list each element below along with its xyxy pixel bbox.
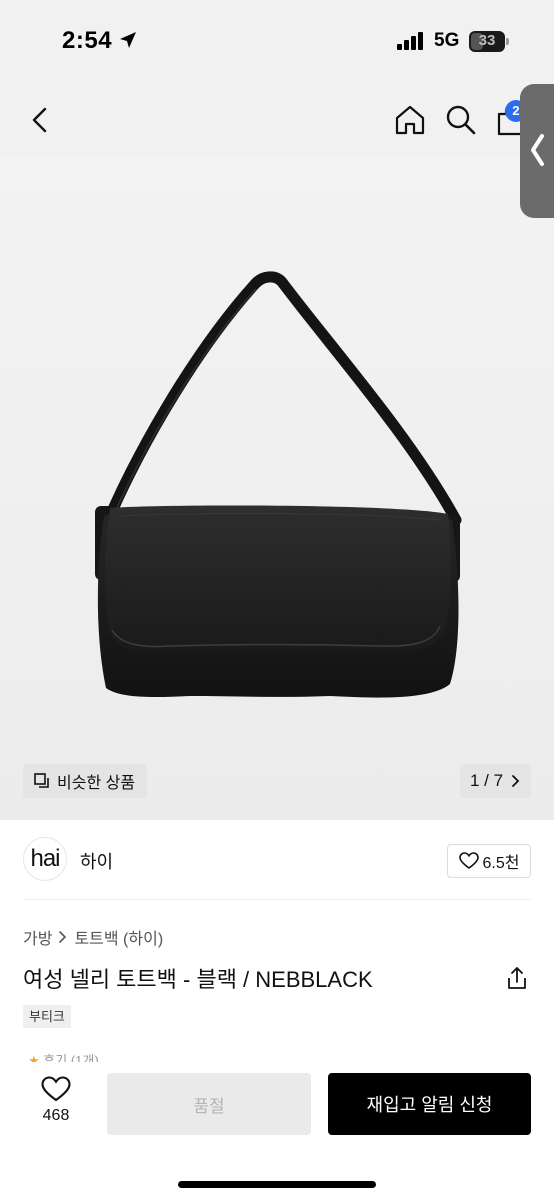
- review-summary-peek: ★ 후기 (1개): [28, 1050, 138, 1062]
- breadcrumb: 가방 토트백 (하이): [23, 925, 163, 949]
- breadcrumb-subcategory[interactable]: 토트백 (하이): [74, 925, 163, 949]
- like-count: 468: [42, 1107, 70, 1124]
- share-icon[interactable]: [505, 965, 529, 991]
- network-type: 5G: [434, 30, 460, 51]
- pager-text: 1 / 7: [469, 771, 504, 790]
- product-photo: [95, 271, 462, 698]
- search-icon[interactable]: [443, 102, 479, 138]
- product-title: 여성 넬리 토트백 - 블랙 / NEBBLACK: [23, 967, 373, 992]
- product-image[interactable]: 비슷한 상품 1 / 7: [0, 156, 554, 820]
- soldout-button[interactable]: 품절: [107, 1073, 311, 1135]
- restock-alert-button[interactable]: 재입고 알림 신청: [328, 1073, 531, 1135]
- heart-icon: [458, 852, 479, 869]
- similar-products-button[interactable]: 비슷한 상품: [23, 764, 148, 798]
- location-arrow-icon: [120, 32, 136, 48]
- signal-icon: [397, 32, 423, 50]
- brand-like-button[interactable]: 6.5천: [447, 844, 531, 878]
- copy-icon: [34, 773, 49, 788]
- product-tag: 부티크: [23, 1005, 71, 1028]
- star-icon: ★: [28, 1053, 40, 1062]
- similar-products-label: 비슷한 상품: [57, 775, 136, 792]
- image-pager[interactable]: 1 / 7: [460, 764, 531, 798]
- brand-row: hai 하이 6.5천: [0, 820, 554, 900]
- battery-icon: 33: [469, 31, 509, 52]
- chevron-right-icon: [59, 931, 67, 943]
- battery-level: 33: [478, 32, 496, 49]
- status-bar: 2:54 5G 33: [0, 0, 554, 84]
- brand-like-count: 6.5천: [482, 855, 520, 872]
- divider: [23, 899, 531, 900]
- home-indicator[interactable]: [178, 1181, 376, 1188]
- heart-icon: [41, 1076, 71, 1102]
- bottom-action-bar: 468 품절 재입고 알림 신청: [0, 1062, 554, 1200]
- brand-logo[interactable]: hai: [23, 837, 67, 881]
- breadcrumb-category[interactable]: 가방: [23, 925, 52, 949]
- top-nav: [0, 84, 554, 156]
- like-button[interactable]: 468: [26, 1076, 86, 1136]
- brand-name[interactable]: 하이: [80, 848, 113, 874]
- chevron-left-icon: [531, 134, 544, 166]
- status-time: 2:54: [62, 27, 113, 54]
- chevron-right-icon: [512, 775, 520, 787]
- side-panel-handle[interactable]: [520, 84, 554, 218]
- back-icon[interactable]: [26, 104, 54, 136]
- home-icon[interactable]: [392, 102, 428, 138]
- review-summary-text: 후기 (1개): [43, 1053, 99, 1062]
